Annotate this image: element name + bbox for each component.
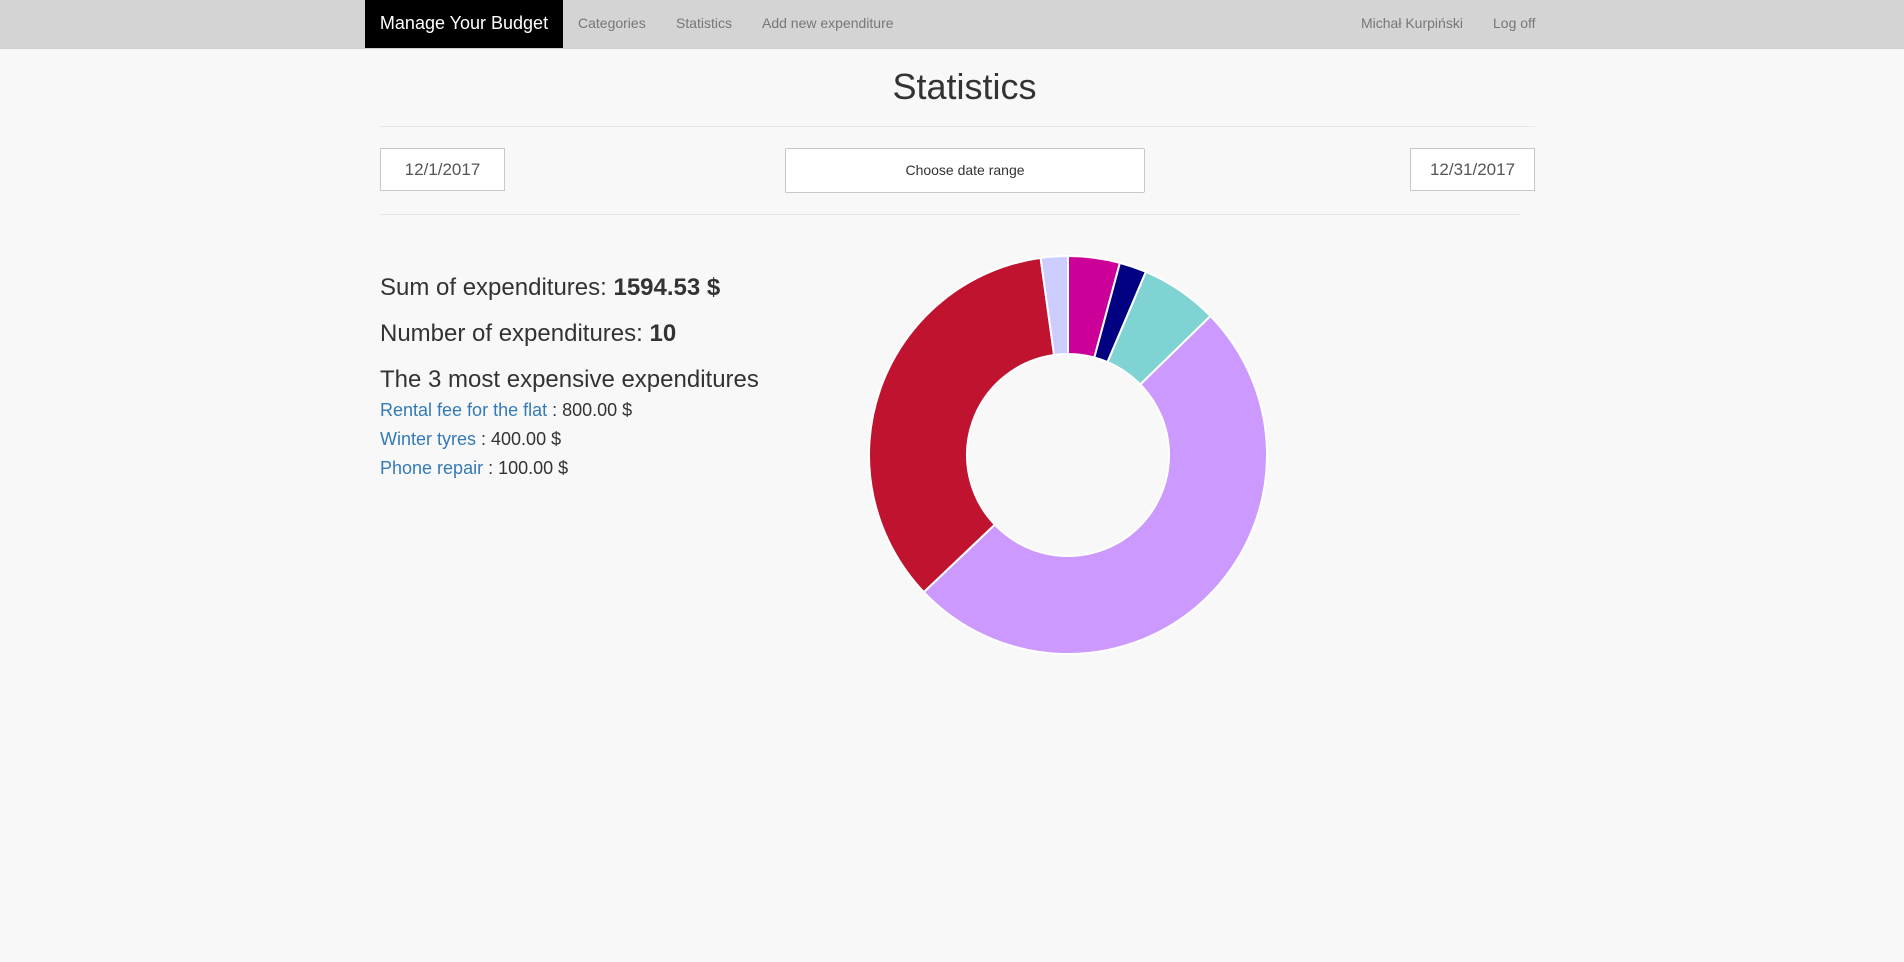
top-expenditure-amount: : 800.00 $: [547, 400, 633, 420]
nav-categories[interactable]: Categories: [578, 0, 646, 48]
top-expenditure-link[interactable]: Rental fee for the flat: [380, 400, 547, 420]
sum-value: 1594.53 $: [613, 274, 721, 301]
top-expenditure-link[interactable]: Winter tyres: [380, 429, 476, 449]
count-value: 10: [649, 320, 677, 347]
top-expenditure-item: Phone repair : 100.00 $: [380, 458, 568, 479]
top-expenditure-amount: : 100.00 $: [483, 458, 569, 478]
top-expenditure-item: Winter tyres : 400.00 $: [380, 429, 561, 450]
top-expenditure-link[interactable]: Phone repair: [380, 458, 483, 478]
sum-label: Sum of expenditures:: [380, 274, 614, 301]
top-expenditures-heading: The 3 most expensive expenditures: [380, 366, 759, 393]
top-expenditure-item: Rental fee for the flat : 800.00 $: [380, 400, 632, 421]
nav-logoff[interactable]: Log off: [1493, 0, 1536, 48]
brand-link[interactable]: Manage Your Budget: [365, 0, 563, 48]
top-expenditure-amount: : 400.00 $: [476, 429, 562, 449]
donut-slice-4[interactable]: [868, 256, 1056, 594]
nav-add-expenditure[interactable]: Add new expenditure: [762, 0, 894, 48]
navbar: Manage Your Budget Categories Statistics…: [0, 0, 1904, 49]
nav-statistics[interactable]: Statistics: [676, 0, 732, 48]
count-label: Number of expenditures:: [380, 320, 650, 347]
divider-top: [380, 126, 1535, 127]
expenditure-donut-chart: [868, 254, 1268, 655]
count-line: Number of expenditures: 10: [380, 320, 676, 348]
end-date-field[interactable]: 12/31/2017: [1410, 148, 1535, 191]
nav-user[interactable]: Michał Kurpiński: [1361, 0, 1463, 48]
start-date-field[interactable]: 12/1/2017: [380, 148, 505, 191]
page-title: Statistics: [892, 66, 1037, 107]
choose-date-range-button[interactable]: Choose date range: [785, 148, 1145, 193]
divider-bottom: [380, 214, 1520, 215]
sum-line: Sum of expenditures: 1594.53 $: [380, 274, 720, 302]
